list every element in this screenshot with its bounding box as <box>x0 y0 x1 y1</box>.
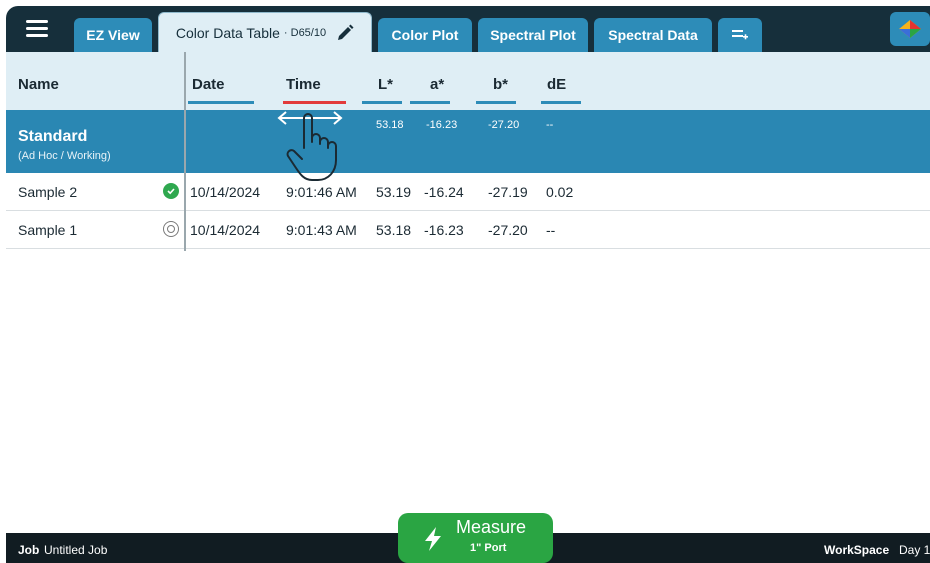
column-underline-de <box>541 101 581 104</box>
tab-label: Spectral Plot <box>490 27 576 43</box>
tab-label: EZ View <box>86 27 140 43</box>
tab-ez-view[interactable]: EZ View <box>74 18 152 52</box>
table-header: Name Date Time L* a* b* dE <box>6 52 930 110</box>
measure-label: Measure <box>456 517 527 537</box>
tab-bar: EZ View Color Data Table · D65/10 Color … <box>6 6 930 52</box>
sample-l: 53.19 <box>376 184 412 200</box>
sample-time: 9:01:43 AM <box>286 222 357 238</box>
app-logo-button[interactable] <box>890 12 930 46</box>
tab-color-data-table[interactable]: Color Data Table · D65/10 <box>158 12 372 52</box>
sample-l: 53.18 <box>376 222 412 238</box>
standard-a: -16.23 <box>426 119 458 131</box>
sample-name: Sample 1 <box>18 222 78 238</box>
sample-de: 0.02 <box>546 184 574 200</box>
job-label: Job <box>18 543 40 557</box>
name-column-divider[interactable] <box>184 52 186 251</box>
measure-port: 1" Port <box>470 542 507 554</box>
workspace-name[interactable]: Day 1 <box>899 543 930 557</box>
list-add-icon <box>732 30 748 40</box>
app-window: EZ View Color Data Table · D65/10 Color … <box>6 6 930 563</box>
tab-color-plot[interactable]: Color Plot <box>378 18 472 52</box>
tab-label: Color Plot <box>391 27 459 43</box>
lightning-bolt-icon <box>425 527 441 551</box>
standard-b: -27.20 <box>488 119 520 131</box>
pencil-icon[interactable] <box>336 24 354 42</box>
column-header-time[interactable]: Time <box>286 76 321 93</box>
standard-subtitle: (Ad Hoc / Working) <box>18 150 111 162</box>
column-underline-b <box>476 101 516 104</box>
standard-row[interactable]: Standard (Ad Hoc / Working) 53.18 -16.23… <box>6 110 930 173</box>
pass-check-icon <box>163 183 179 199</box>
tab-label: Spectral Data <box>608 27 698 43</box>
sample-a: -16.24 <box>424 184 464 200</box>
sample-b: -27.19 <box>488 184 528 200</box>
column-header-de[interactable]: dE <box>547 76 566 93</box>
sample-time: 9:01:46 AM <box>286 184 357 200</box>
hamburger-menu-icon[interactable] <box>26 20 48 38</box>
tab-spectral-plot[interactable]: Spectral Plot <box>478 18 588 52</box>
job-name[interactable]: Untitled Job <box>44 543 107 557</box>
sample-name: Sample 2 <box>18 184 78 200</box>
standard-de: -- <box>546 119 554 131</box>
column-header-a[interactable]: a* <box>430 76 444 93</box>
sample-date: 10/14/2024 <box>190 222 261 238</box>
color-logo-icon <box>899 20 921 38</box>
table-row[interactable]: Sample 1 10/14/2024 9:01:43 AM 53.18 -16… <box>6 211 930 249</box>
sample-de: -- <box>546 222 556 238</box>
standard-name: Standard <box>18 128 88 145</box>
sample-date: 10/14/2024 <box>190 184 261 200</box>
column-header-b[interactable]: b* <box>493 76 508 93</box>
column-underline-date <box>188 101 254 104</box>
table-row[interactable]: Sample 2 10/14/2024 9:01:46 AM 53.19 -16… <box>6 173 930 211</box>
tab-label: Color Data Table <box>175 24 280 41</box>
tab-spectral-data[interactable]: Spectral Data <box>594 18 712 52</box>
column-underline-l <box>362 101 402 104</box>
workspace-label: WorkSpace <box>824 543 890 557</box>
drag-hand-icon <box>277 111 343 181</box>
column-underline-a <box>410 101 450 104</box>
measure-button[interactable]: Measure 1" Port <box>398 513 553 563</box>
illuminant-label: · D65/10 <box>283 26 327 39</box>
column-header-date[interactable]: Date <box>192 76 225 93</box>
standard-l: 53.18 <box>376 119 404 131</box>
sample-b: -27.20 <box>488 222 528 238</box>
neutral-status-icon <box>163 221 179 237</box>
column-header-l[interactable]: L* <box>378 76 393 93</box>
sample-a: -16.23 <box>424 222 464 238</box>
add-tab-button[interactable] <box>718 18 762 52</box>
column-header-name[interactable]: Name <box>18 76 59 93</box>
